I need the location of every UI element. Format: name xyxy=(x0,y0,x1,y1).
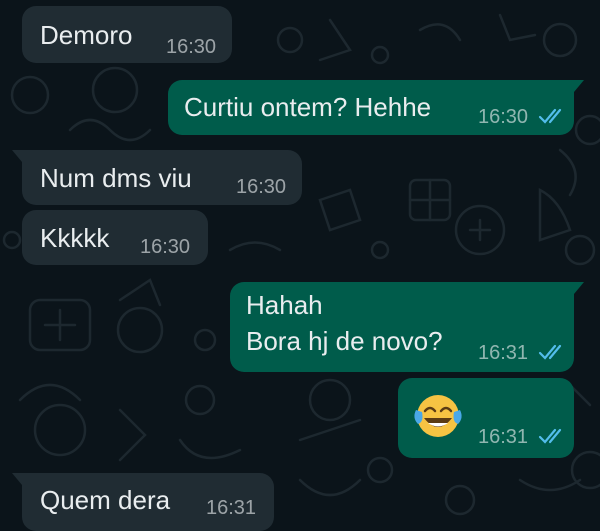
message-timestamp: 16:31 xyxy=(478,342,529,364)
message-timestamp: 16:30 xyxy=(236,176,287,198)
message-timestamp: 16:30 xyxy=(478,106,529,128)
message-bubble-incoming[interactable]: Num dms viu 16:30 xyxy=(12,150,302,205)
message-bubble-incoming[interactable]: Kkkkk 16:30 xyxy=(22,210,208,265)
message-bubble-incoming[interactable]: Demoro 16:30 xyxy=(22,6,232,63)
message-text: Num dms viu xyxy=(40,163,192,193)
face-with-tears-of-joy-icon xyxy=(414,395,462,437)
message-bubble-outgoing[interactable]: Curtiu ontem? Hehhe 16:30 xyxy=(168,80,584,135)
message-timestamp: 16:30 xyxy=(166,36,217,58)
read-receipt-icon xyxy=(538,344,562,360)
message-text: Demoro xyxy=(40,20,133,50)
message-bubble-outgoing[interactable]: 16:31 xyxy=(398,378,574,458)
message-timestamp: 16:30 xyxy=(140,236,191,258)
message-text-line-2: Bora hj de novo? xyxy=(246,326,443,356)
message-text: Curtiu ontem? Hehhe xyxy=(184,92,432,122)
message-bubble-outgoing[interactable]: Hahah Bora hj de novo? 16:31 xyxy=(230,282,584,372)
message-text: Quem dera xyxy=(40,485,171,515)
message-text: Kkkkk xyxy=(40,223,110,253)
read-receipt-icon xyxy=(538,108,562,124)
message-text-line-1: Hahah xyxy=(246,290,323,320)
read-receipt-icon xyxy=(538,428,562,444)
message-timestamp: 16:31 xyxy=(206,497,257,519)
message-timestamp: 16:31 xyxy=(478,426,529,448)
message-bubble-incoming[interactable]: Quem dera 16:31 xyxy=(12,473,274,531)
